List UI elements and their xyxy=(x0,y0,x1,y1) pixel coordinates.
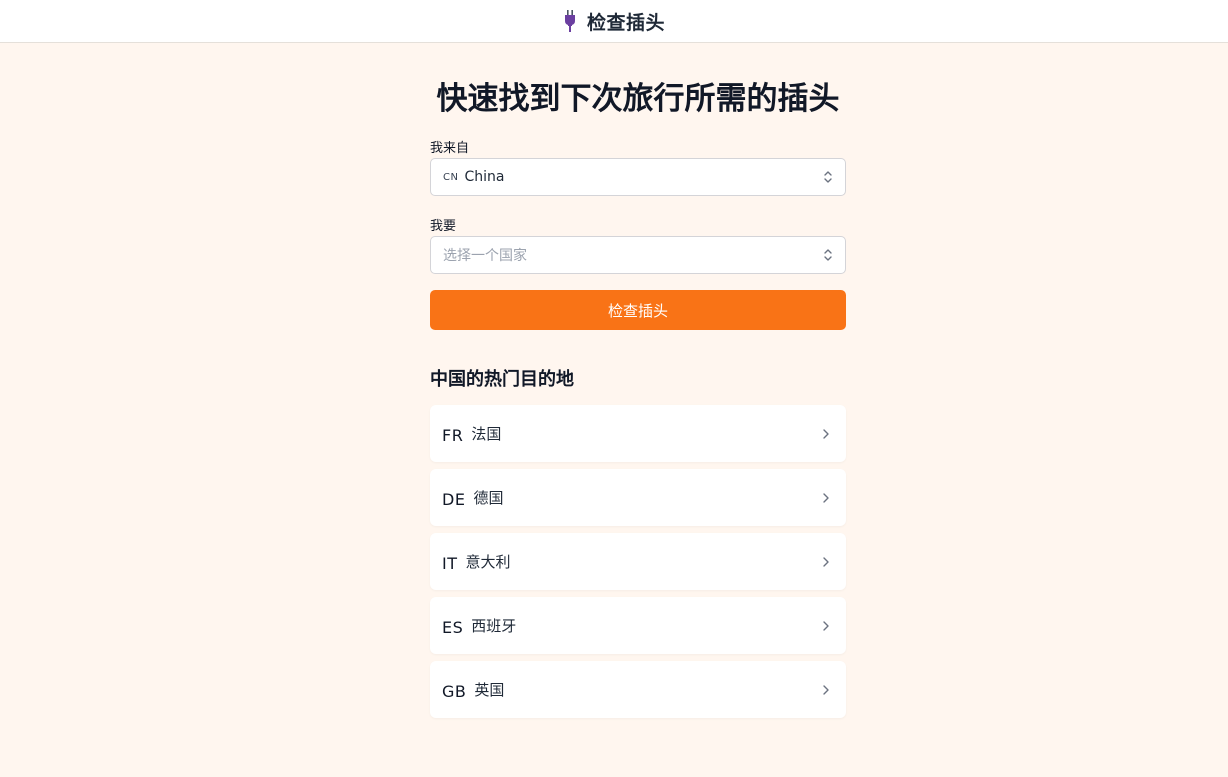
check-plug-button[interactable]: 检查插头 xyxy=(430,290,846,330)
destination-code: ES xyxy=(442,618,464,637)
chevron-right-icon xyxy=(823,684,829,695)
from-label: 我来自 xyxy=(430,141,470,156)
destination-name: 意大利 xyxy=(465,553,511,571)
plug-icon xyxy=(564,10,575,32)
page-title: 快速找到下次旅行所需的插头 xyxy=(436,81,840,117)
destination-item-es[interactable]: ES 西班牙 xyxy=(430,597,846,654)
to-country-select[interactable]: 选择一个国家 xyxy=(430,236,846,274)
app-title: 检查插头 xyxy=(586,11,665,34)
destination-name: 英国 xyxy=(474,681,505,699)
chevron-right-icon xyxy=(823,556,829,567)
destination-item-it[interactable]: IT 意大利 xyxy=(430,533,846,590)
destination-item-fr[interactable]: FR 法国 xyxy=(430,405,846,462)
top-bar: 检查插头 xyxy=(0,0,1228,43)
chevron-up-down-icon xyxy=(824,249,832,261)
to-country-placeholder: 选择一个国家 xyxy=(443,248,527,264)
chevron-up-down-icon xyxy=(824,171,832,183)
destination-item-de[interactable]: DE 德国 xyxy=(430,469,846,526)
destination-name: 西班牙 xyxy=(471,617,517,635)
destination-code: FR xyxy=(442,426,464,445)
from-country-value: China xyxy=(464,169,505,185)
destination-name: 法国 xyxy=(471,425,502,443)
chevron-right-icon xyxy=(823,492,829,503)
destination-item-gb[interactable]: GB 英国 xyxy=(430,661,846,718)
chevron-right-icon xyxy=(823,428,829,439)
popular-destinations-title: 中国的热门目的地 xyxy=(430,369,574,390)
destination-code: DE xyxy=(442,490,466,509)
from-country-code: CN xyxy=(443,171,459,183)
to-label: 我要 xyxy=(430,219,457,234)
destination-code: IT xyxy=(442,554,458,573)
brand[interactable]: 检查插头 xyxy=(563,8,665,35)
chevron-right-icon xyxy=(823,620,829,631)
destination-name: 德国 xyxy=(473,489,504,507)
from-country-select[interactable]: CN China xyxy=(430,158,846,196)
destination-code: GB xyxy=(442,682,467,701)
